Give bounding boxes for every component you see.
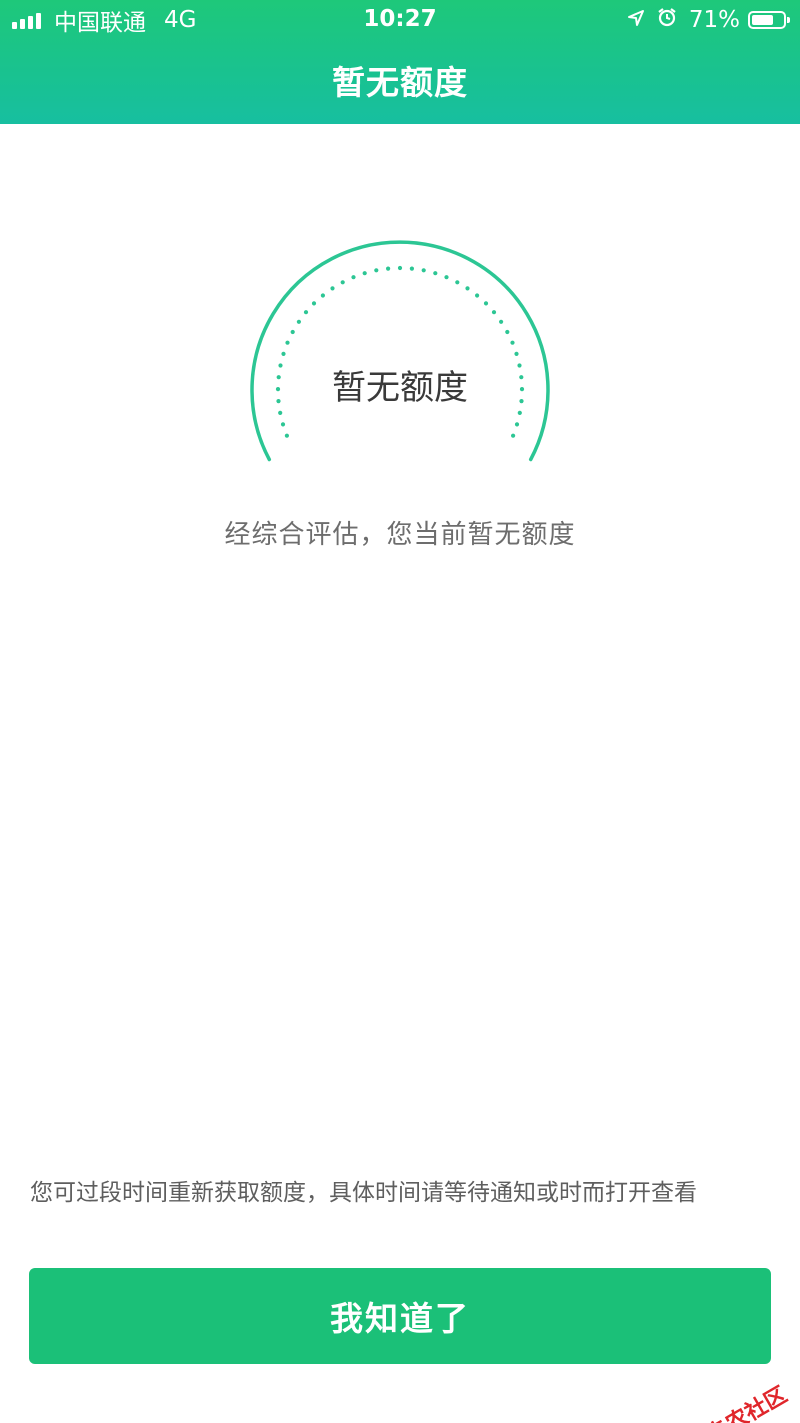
header-bar: 中国联通 4G 10:27 71% 暂无额度	[0, 0, 800, 124]
gauge-dot	[296, 319, 301, 324]
gauge-dot	[514, 351, 519, 356]
watermark-text: 卡农社区	[702, 1382, 792, 1423]
gauge-dot	[362, 271, 367, 276]
status-bar-right: 71%	[627, 6, 790, 34]
gauge-dot	[499, 319, 504, 324]
evaluation-text: 经综合评估，您当前暂无额度	[224, 520, 576, 550]
gauge-dot	[511, 433, 516, 438]
battery-percent: 71%	[688, 7, 740, 33]
gauge-dot	[281, 351, 286, 356]
gauge-dot	[285, 340, 290, 345]
gauge-dot	[455, 280, 460, 285]
hint-text: 您可过段时间重新获取额度，具体时间请等待通知或时而打开查看	[30, 1180, 697, 1206]
watermark: 卡农社区	[677, 1377, 792, 1423]
gauge-dot	[284, 433, 289, 438]
gauge-dot	[483, 301, 489, 306]
gauge-dot	[280, 422, 286, 427]
gauge-dot	[320, 293, 325, 298]
gauge-dot	[505, 329, 510, 335]
gauge-dot	[491, 310, 497, 315]
gauge-dot	[433, 271, 438, 276]
quota-gauge	[250, 240, 550, 462]
gauge-dot	[409, 266, 414, 271]
gauge-dot	[278, 410, 283, 415]
gauge-dot	[386, 266, 391, 271]
confirm-button[interactable]: 我知道了	[29, 1268, 771, 1364]
gauge-dot	[290, 329, 295, 335]
battery-fill	[752, 15, 773, 25]
gauge-dot	[351, 275, 356, 280]
gauge-dot	[397, 265, 403, 271]
gauge-dotted-arc	[275, 265, 525, 438]
gauge-dot	[444, 275, 449, 280]
gauge-dot	[303, 310, 309, 315]
location-arrow-icon	[627, 7, 645, 33]
alarm-icon	[657, 7, 677, 33]
gauge-dot	[311, 301, 317, 306]
battery-nub	[787, 17, 790, 23]
page-title: 暂无额度	[332, 63, 468, 102]
gauge-label: 暂无额度	[332, 368, 468, 408]
battery-icon	[748, 11, 790, 29]
gauge-dot	[475, 293, 480, 298]
gauge-dot	[340, 280, 345, 285]
gauge-dot	[421, 268, 426, 273]
gauge-dot	[374, 268, 379, 273]
gauge-dot	[514, 422, 520, 427]
gauge-dot	[330, 286, 335, 291]
screen: 中国联通 4G 10:27 71% 暂无额度 暂无额度 经综合评估，您当前暂无额…	[0, 0, 800, 1423]
gauge-dot	[465, 286, 470, 291]
status-bar: 中国联通 4G 10:27 71%	[0, 0, 800, 40]
gauge-dot	[510, 340, 515, 345]
gauge-outer-arc	[250, 240, 550, 462]
gauge-dot	[517, 410, 522, 415]
